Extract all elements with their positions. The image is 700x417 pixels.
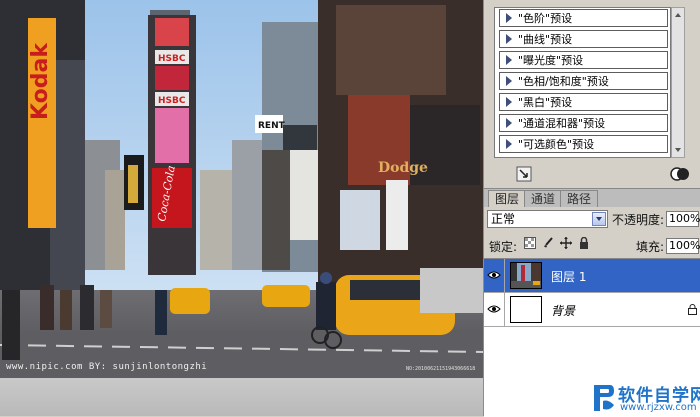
times-square-photo: Kodak HSBC HSBC Coca-Cola Dodge RENT <box>0 0 483 378</box>
preset-label: "黑白"预设 <box>518 96 573 109</box>
layer-thumbnail-photo <box>511 263 541 288</box>
preset-levels[interactable]: "色阶"预设 <box>499 9 668 27</box>
sign-hsbc-2: HSBC <box>158 96 186 106</box>
tab-layers[interactable]: 图层 <box>488 190 527 207</box>
lock-icon <box>688 304 697 315</box>
fill-input[interactable]: 100% <box>666 238 700 254</box>
blend-mode-value: 正常 <box>491 212 516 226</box>
lock-transparency-icon[interactable] <box>524 237 536 249</box>
expand-triangle-icon[interactable] <box>506 13 512 23</box>
expand-triangle-icon[interactable] <box>506 34 512 44</box>
sign-rent: RENT <box>258 121 286 131</box>
lock-row: 锁定: 填充: 100% <box>484 234 700 256</box>
layer-thumbnail <box>510 262 542 289</box>
opacity-input[interactable]: 100% <box>666 211 700 227</box>
adjustment-presets-list: "色阶"预设 "曲线"预设 "曝光度"预设 "色相/饱和度"预设 "黑白"预设 … <box>494 7 671 158</box>
clip-to-layer-icon[interactable] <box>670 166 690 182</box>
sign-dodge: Dodge <box>378 160 428 176</box>
scroll-up-arrow-icon[interactable] <box>673 10 683 20</box>
preset-black-white[interactable]: "黑白"预设 <box>499 93 668 111</box>
eye-visibility-icon[interactable] <box>487 304 501 314</box>
blend-mode-select[interactable]: 正常 <box>487 210 608 228</box>
expand-triangle-icon[interactable] <box>506 97 512 107</box>
preset-label: "可选颜色"预设 <box>518 138 595 151</box>
preset-selective-color[interactable]: "可选颜色"预设 <box>499 135 668 153</box>
preset-curves[interactable]: "曲线"预设 <box>499 30 668 48</box>
expand-triangle-icon[interactable] <box>506 118 512 128</box>
preset-hue-saturation[interactable]: "色相/饱和度"预设 <box>499 72 668 90</box>
right-panel: "色阶"预设 "曲线"预设 "曝光度"预设 "色相/饱和度"预设 "黑白"预设 … <box>483 0 700 417</box>
site-logo: 软件自学网 www.rjzxw.com <box>590 381 700 416</box>
sign-kodak: Kodak <box>28 42 53 120</box>
layer-name: 背景 <box>551 304 576 318</box>
lock-pixels-brush-icon[interactable] <box>542 237 554 249</box>
layer-thumbnail-white <box>510 296 542 323</box>
logo-mark-icon <box>594 385 614 411</box>
opacity-label: 不透明度: <box>612 213 665 227</box>
adjustments-toolbar <box>484 164 700 186</box>
preset-label: "通道混和器"预设 <box>518 117 606 130</box>
preset-label: "曲线"预设 <box>518 33 573 46</box>
fill-label: 填充: <box>636 240 665 254</box>
eye-column-divider <box>504 293 505 327</box>
tab-channels[interactable]: 通道 <box>524 190 563 207</box>
return-to-list-icon[interactable] <box>516 166 532 182</box>
lock-label: 锁定: <box>489 240 518 254</box>
lock-position-move-icon[interactable] <box>560 237 572 249</box>
tab-paths[interactable]: 路径 <box>560 190 599 207</box>
chevron-down-icon[interactable] <box>592 212 606 226</box>
layer-row-background[interactable]: 背景 <box>484 293 700 327</box>
preset-label: "色阶"预设 <box>518 12 573 25</box>
watermark-right: NO:20100621151943066618 <box>406 366 476 372</box>
logo-url: www.rjzxw.com <box>620 402 697 413</box>
expand-triangle-icon[interactable] <box>506 55 512 65</box>
canvas-gutter <box>0 378 483 416</box>
lock-all-icon[interactable] <box>578 237 590 249</box>
sign-hsbc-1: HSBC <box>158 54 186 64</box>
scroll-down-arrow-icon[interactable] <box>673 145 683 155</box>
preset-label: "色相/饱和度"预设 <box>518 75 609 88</box>
blend-row: 正常 不透明度: 100% <box>484 208 700 230</box>
eye-visibility-icon[interactable] <box>487 270 501 280</box>
preset-channel-mixer[interactable]: "通道混和器"预设 <box>499 114 668 132</box>
expand-triangle-icon[interactable] <box>506 139 512 149</box>
layer-row-layer1[interactable]: 图层 1 <box>484 259 700 293</box>
document-canvas[interactable]: Kodak HSBC HSBC Coca-Cola Dodge RENT www… <box>0 0 483 416</box>
eye-column-divider <box>504 259 505 293</box>
preset-exposure[interactable]: "曝光度"预设 <box>499 51 668 69</box>
layers-panel-tabs: 图层 通道 路径 <box>484 188 700 207</box>
expand-triangle-icon[interactable] <box>506 76 512 86</box>
layer-name: 图层 1 <box>551 270 587 284</box>
presets-scrollbar[interactable] <box>671 7 685 158</box>
preset-label: "曝光度"预设 <box>518 54 584 67</box>
watermark-left: www.nipic.com BY: sunjinlontongzhi <box>6 362 208 372</box>
